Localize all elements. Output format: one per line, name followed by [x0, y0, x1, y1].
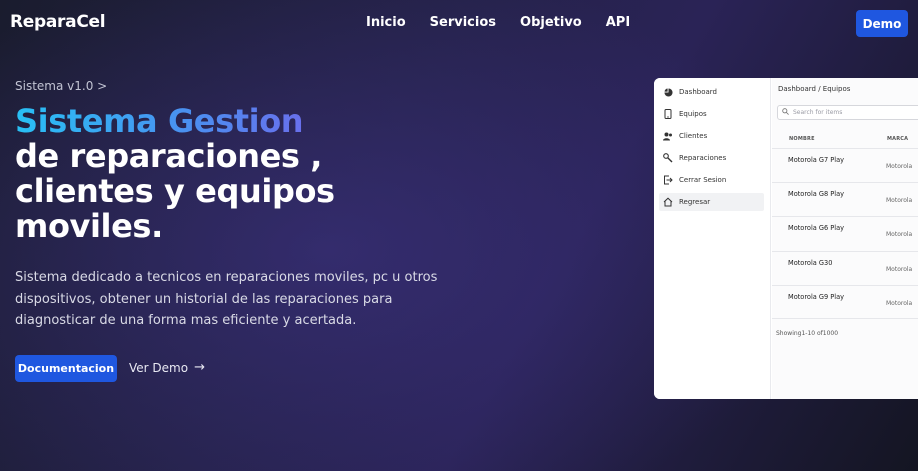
row-name: Motorola G6 Play [788, 224, 845, 232]
search-placeholder: Search for items [793, 109, 843, 116]
column-header-marca[interactable]: MARCA [887, 136, 908, 142]
logout-icon [663, 175, 673, 185]
hero-description: Sistema dedicado a tecnicos en reparacio… [15, 270, 438, 328]
row-brand: Motorola [886, 266, 913, 273]
row-brand: Motorola [886, 231, 913, 238]
breadcrumb: Dashboard / Equipos [778, 85, 851, 93]
row-brand: Motorola [886, 163, 913, 170]
sidebar-item-cerrar-sesion[interactable]: Cerrar Sesion [659, 171, 764, 189]
search-icon [782, 108, 789, 117]
brand-logo[interactable]: ReparaCel [10, 12, 106, 32]
nav-link-objetivo[interactable]: Objetivo [520, 15, 582, 30]
wrench-icon [663, 153, 673, 163]
sidebar-item-label: Cerrar Sesion [679, 176, 727, 184]
headline-gradient-text: Sistema Gestion [15, 104, 435, 139]
mockup-content: Dashboard / Equipos Search for items NOM… [772, 78, 918, 399]
view-demo-link[interactable]: Ver Demo → [129, 360, 205, 375]
sidebar-item-regresar[interactable]: Regresar [659, 193, 764, 211]
documentation-button[interactable]: Documentacion [15, 355, 117, 382]
search-input[interactable]: Search for items [777, 105, 918, 120]
row-name: Motorola G7 Play [788, 156, 845, 164]
sidebar-item-label: Dashboard [679, 88, 717, 96]
sidebar-item-label: Reparaciones [679, 154, 727, 162]
table-row[interactable]: Motorola G30 Motorola [772, 251, 918, 285]
mockup-sidebar: Dashboard Equipos Clientes Reparaciones … [654, 78, 771, 399]
nav-link-api[interactable]: API [606, 15, 630, 30]
arrow-right-icon: → [194, 360, 205, 375]
home-icon [663, 197, 673, 207]
view-demo-label: Ver Demo [129, 360, 189, 375]
sidebar-item-dashboard[interactable]: Dashboard [659, 83, 764, 101]
hero-headline: Sistema Gestion de reparaciones , client… [15, 104, 435, 244]
main-menu: Inicio Servicios Objetivo API [366, 15, 630, 30]
version-label[interactable]: Sistema v1.0 > [15, 79, 107, 93]
nav-link-servicios[interactable]: Servicios [430, 15, 496, 30]
pie-chart-icon [663, 87, 673, 97]
column-header-nombre[interactable]: NOMBRE [789, 136, 815, 142]
sidebar-item-label: Regresar [679, 198, 711, 206]
pagination-summary: Showing1-10 of1000 [776, 330, 839, 337]
row-name: Motorola G30 [788, 259, 833, 267]
table-row[interactable]: Motorola G9 Play Motorola [772, 285, 918, 319]
row-brand: Motorola [886, 197, 913, 204]
table-row[interactable]: Motorola G8 Play Motorola [772, 182, 918, 216]
sidebar-item-clientes[interactable]: Clientes [659, 127, 764, 145]
sidebar-item-reparaciones[interactable]: Reparaciones [659, 149, 764, 167]
dashboard-mockup: Dashboard Equipos Clientes Reparaciones … [654, 78, 918, 399]
table-row[interactable]: Motorola G6 Play Motorola [772, 216, 918, 250]
row-name: Motorola G8 Play [788, 190, 845, 198]
headline-line: de reparaciones , [15, 137, 323, 175]
table-row[interactable]: Motorola G7 Play Motorola [772, 148, 918, 182]
users-icon [663, 131, 673, 141]
sidebar-item-equipos[interactable]: Equipos [659, 105, 764, 123]
sidebar-item-label: Equipos [679, 110, 707, 118]
headline-line: moviles. [15, 207, 163, 245]
phone-icon [663, 109, 673, 119]
row-brand: Motorola [886, 300, 913, 307]
demo-button[interactable]: Demo [856, 10, 908, 37]
sidebar-item-label: Clientes [679, 132, 708, 140]
top-nav: ReparaCel Inicio Servicios Objetivo API … [0, 0, 918, 46]
nav-link-inicio[interactable]: Inicio [366, 15, 406, 30]
row-name: Motorola G9 Play [788, 293, 845, 301]
headline-line: clientes y equipos [15, 172, 335, 210]
